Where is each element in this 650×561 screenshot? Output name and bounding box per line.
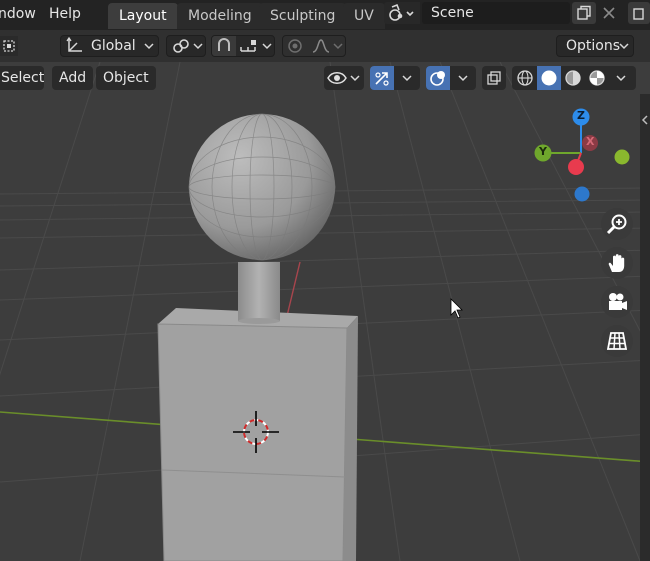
gizmo-group (370, 66, 420, 90)
tab-sculpting[interactable]: Sculpting (259, 3, 347, 29)
close-icon (603, 7, 615, 19)
select-box-icon (3, 40, 15, 52)
ortho-toggle-button[interactable] (601, 325, 633, 357)
visibility-icon (327, 72, 347, 84)
copy-scene-button[interactable] (572, 2, 596, 24)
grid-icon (606, 332, 628, 350)
zoom-button[interactable] (601, 208, 633, 240)
link-icon (173, 39, 189, 53)
menu-window[interactable]: ndow (0, 4, 36, 24)
visibility-dropdown[interactable] (324, 66, 364, 90)
solid-shading-button[interactable] (537, 66, 561, 90)
delete-scene-button[interactable] (598, 2, 620, 24)
proportional-toggle[interactable] (283, 36, 307, 56)
box-object[interactable] (157, 308, 358, 561)
top-menu-bar: ndow Help Layout Modeling Sculpting UV S… (0, 0, 650, 30)
transform-icon (66, 37, 82, 52)
solid-icon (541, 70, 557, 86)
cylinder-object[interactable] (238, 262, 280, 324)
snap-toggle[interactable] (212, 36, 236, 56)
falloff-icon (312, 39, 330, 53)
scene-icon (389, 3, 414, 21)
overlay-icon (430, 71, 445, 86)
tab-uv[interactable]: UV (343, 3, 385, 29)
chevron-down-icon (333, 43, 343, 50)
shading-group (512, 66, 636, 90)
overlay-group (426, 66, 476, 90)
orientation-dropdown[interactable]: Global (60, 35, 159, 57)
orientation-label: Global (91, 38, 136, 54)
camera-view-button[interactable] (601, 286, 633, 318)
chevron-down-icon (619, 43, 629, 50)
navigation-gizmo[interactable]: Z Y X (524, 108, 634, 208)
hand-icon (608, 254, 625, 272)
select-mode-button[interactable] (0, 36, 18, 56)
gizmo-icon (375, 72, 389, 86)
sidebar-edge[interactable] (640, 94, 650, 561)
view-layer-copy-button[interactable] (628, 2, 650, 24)
rendered-shading-button[interactable] (585, 66, 609, 90)
xray-icon (487, 71, 501, 85)
3d-viewport[interactable]: Z Y X (0, 62, 650, 561)
axis-gizmo (534, 108, 630, 202)
viewport-header: Select Add Object (0, 62, 636, 94)
proportional-icon (288, 39, 302, 53)
gizmo-z-label: Z (577, 109, 585, 122)
chevron-left-icon (641, 115, 648, 125)
menu-select[interactable]: Select (0, 66, 44, 90)
camera-icon (609, 293, 627, 310)
chevron-down-icon (350, 75, 360, 82)
overlay-toggle[interactable] (426, 66, 450, 90)
wireframe-icon (517, 70, 533, 86)
chevron-down-icon (402, 75, 412, 82)
scene-selector[interactable] (384, 2, 420, 24)
gizmo-y-label: Y (539, 145, 547, 158)
snap-icon (218, 38, 230, 51)
chevron-down-icon (144, 43, 154, 50)
options-label: Options (566, 38, 621, 54)
scene-name-field[interactable]: Scene (422, 2, 570, 24)
tab-modeling[interactable]: Modeling (177, 3, 263, 29)
snap-increment-icon (240, 40, 256, 52)
copy-icon (577, 5, 591, 20)
pan-button[interactable] (601, 247, 633, 279)
menu-add[interactable]: Add (52, 66, 94, 90)
material-icon (565, 70, 581, 86)
gizmo-toggle[interactable] (370, 66, 394, 90)
rendered-icon (589, 70, 605, 86)
material-shading-button[interactable] (561, 66, 585, 90)
chevron-down-icon (193, 43, 203, 50)
snap-group (211, 35, 275, 57)
tool-header: Global Options (0, 30, 650, 62)
options-dropdown[interactable]: Options (556, 35, 634, 57)
pivot-dropdown[interactable] (166, 35, 206, 57)
gizmo-x-label: X (586, 135, 595, 148)
chevron-down-icon (616, 75, 626, 82)
xray-toggle[interactable] (482, 66, 506, 90)
sphere-object[interactable] (188, 113, 336, 261)
chevron-down-icon (262, 43, 272, 50)
menu-help[interactable]: Help (49, 4, 81, 24)
wireframe-shading-button[interactable] (513, 66, 537, 90)
copy-icon (633, 8, 644, 20)
proportional-group (282, 35, 346, 57)
zoom-icon (606, 214, 627, 235)
menu-object[interactable]: Object (96, 66, 156, 90)
chevron-down-icon (458, 75, 468, 82)
tab-layout[interactable]: Layout (108, 3, 178, 29)
